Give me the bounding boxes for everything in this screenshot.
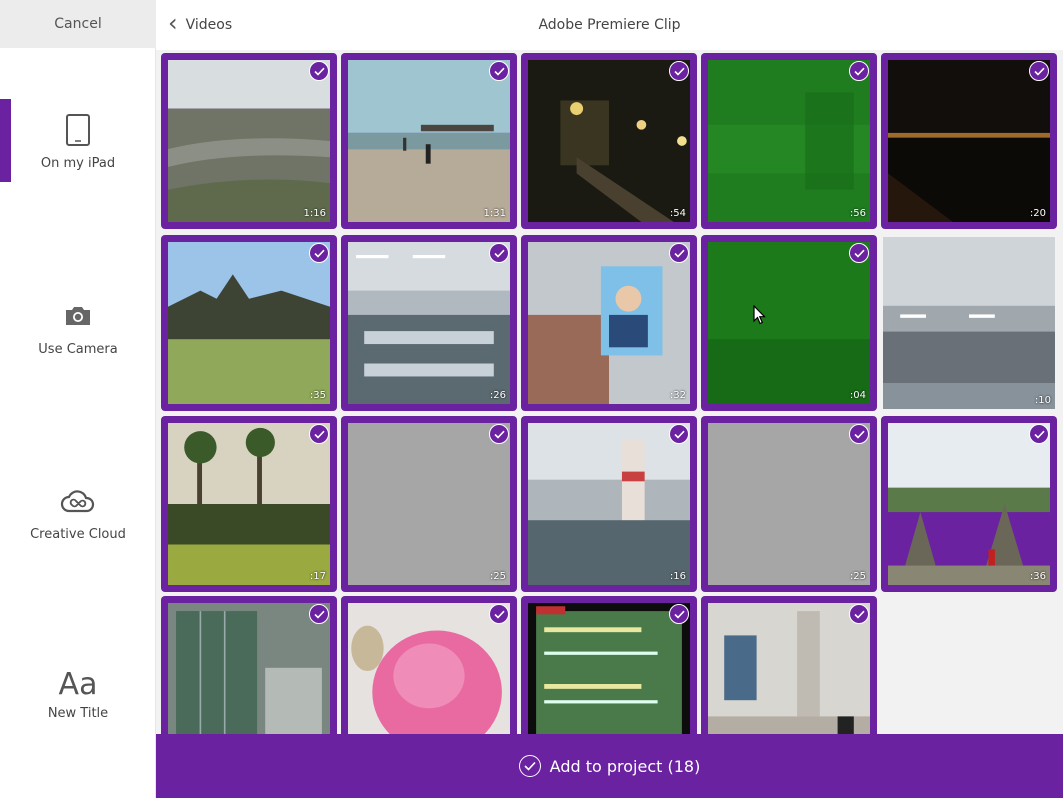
video-grid: 1:16 1:31 :54 :56 :20 :35 :26 :32 :04 :10 :17 :25 :1…	[156, 50, 1063, 734]
creative-cloud-icon	[60, 481, 96, 521]
source-item-on-my-ipad[interactable]: On my iPad	[0, 110, 156, 171]
video-clip-tile[interactable]: :17	[161, 416, 337, 592]
selected-check-icon	[489, 604, 509, 624]
clip-duration: :36	[1029, 571, 1046, 582]
video-clip-tile[interactable]: :25	[341, 416, 517, 592]
video-clip-tile[interactable]: :10	[881, 235, 1057, 411]
clip-duration: :16	[669, 571, 686, 582]
clip-duration: :17	[309, 571, 326, 582]
selected-check-icon	[849, 243, 869, 263]
selected-check-icon	[669, 424, 689, 444]
text-title-icon: Aa	[58, 666, 98, 702]
video-thumbnail: :25	[708, 423, 870, 585]
video-thumbnail: :26	[348, 242, 510, 404]
clip-duration: 1:16	[303, 208, 326, 219]
selected-check-icon	[309, 243, 329, 263]
source-item-creative-cloud[interactable]: Creative Cloud	[0, 481, 156, 542]
selected-check-icon	[849, 604, 869, 624]
back-button[interactable]: ‹ Videos	[168, 0, 232, 50]
video-thumbnail: 1:31	[348, 60, 510, 222]
video-clip-tile[interactable]: :32	[521, 235, 697, 411]
video-clip-tile[interactable]	[521, 596, 697, 734]
video-clip-tile[interactable]	[341, 596, 517, 734]
clip-duration: :26	[489, 390, 506, 401]
video-clip-tile[interactable]: :04	[701, 235, 877, 411]
add-to-project-label: Add to project (18)	[549, 756, 701, 776]
selected-check-icon	[849, 424, 869, 444]
video-thumbnail: :16	[528, 423, 690, 585]
selected-check-icon	[309, 604, 329, 624]
selected-check-icon	[669, 604, 689, 624]
add-to-project-button[interactable]: Add to project (18)	[156, 734, 1063, 798]
clip-duration: :32	[669, 390, 686, 401]
video-clip-tile[interactable]	[161, 596, 337, 734]
video-clip-tile[interactable]: 1:16	[161, 53, 337, 229]
clip-duration: 1:31	[483, 208, 506, 219]
source-item-use-camera[interactable]: Use Camera	[0, 296, 156, 357]
selected-check-icon	[1029, 424, 1049, 444]
clip-duration: :20	[1029, 208, 1046, 219]
selected-check-icon	[489, 61, 509, 81]
mouse-pointer-icon	[753, 305, 766, 325]
video-thumbnail: :36	[888, 423, 1050, 585]
clip-duration: :10	[1034, 395, 1051, 406]
video-thumbnail	[348, 603, 510, 734]
cancel-button[interactable]: Cancel	[0, 0, 156, 48]
selected-check-icon	[849, 61, 869, 81]
video-thumbnail	[708, 603, 870, 734]
selected-check-icon	[669, 61, 689, 81]
clip-duration: :54	[669, 208, 686, 219]
video-clip-tile[interactable]: :54	[521, 53, 697, 229]
video-thumbnail: :17	[168, 423, 330, 585]
source-item-label: New Title	[47, 706, 109, 721]
video-thumbnail	[168, 603, 330, 734]
page-title: Adobe Premiere Clip	[538, 17, 681, 33]
selected-check-icon	[489, 424, 509, 444]
video-thumbnail: :10	[883, 237, 1055, 409]
clip-duration: :25	[489, 571, 506, 582]
source-item-new-title[interactable]: Aa New Title	[0, 664, 156, 722]
clip-duration: :25	[849, 571, 866, 582]
selected-check-icon	[309, 61, 329, 81]
video-thumbnail	[528, 603, 690, 734]
clip-duration: :35	[309, 390, 326, 401]
selected-check-icon	[669, 243, 689, 263]
tablet-icon	[65, 110, 91, 150]
selected-check-icon	[1029, 61, 1049, 81]
video-clip-tile[interactable]	[701, 596, 877, 734]
video-clip-tile[interactable]: :25	[701, 416, 877, 592]
video-clip-tile[interactable]: :26	[341, 235, 517, 411]
video-clip-tile[interactable]: :20	[881, 53, 1057, 229]
clip-duration: :04	[849, 390, 866, 401]
video-thumbnail: :35	[168, 242, 330, 404]
back-label: Videos	[185, 17, 233, 33]
video-clip-tile[interactable]: 1:31	[341, 53, 517, 229]
source-sidebar: Cancel On my iPad Use Camera Creative Cl…	[0, 0, 156, 798]
video-thumbnail: :20	[888, 60, 1050, 222]
top-bar: Adobe Premiere Clip ‹ Videos	[156, 0, 1063, 50]
selected-check-icon	[489, 243, 509, 263]
video-thumbnail: :04	[708, 242, 870, 404]
video-thumbnail: 1:16	[168, 60, 330, 222]
source-item-label: Use Camera	[38, 342, 118, 357]
video-thumbnail: :56	[708, 60, 870, 222]
video-thumbnail: :25	[348, 423, 510, 585]
video-clip-tile[interactable]: :56	[701, 53, 877, 229]
video-clip-tile[interactable]: :35	[161, 235, 337, 411]
video-thumbnail: :32	[528, 242, 690, 404]
chevron-left-icon: ‹	[168, 9, 178, 37]
camera-icon	[63, 296, 93, 336]
video-clip-tile[interactable]: :16	[521, 416, 697, 592]
video-clip-tile[interactable]: :36	[881, 416, 1057, 592]
selected-check-icon	[309, 424, 329, 444]
source-item-label: On my iPad	[40, 156, 116, 171]
check-circle-icon	[518, 755, 541, 777]
clip-duration: :56	[849, 208, 866, 219]
source-item-label: Creative Cloud	[30, 527, 126, 542]
video-thumbnail: :54	[528, 60, 690, 222]
